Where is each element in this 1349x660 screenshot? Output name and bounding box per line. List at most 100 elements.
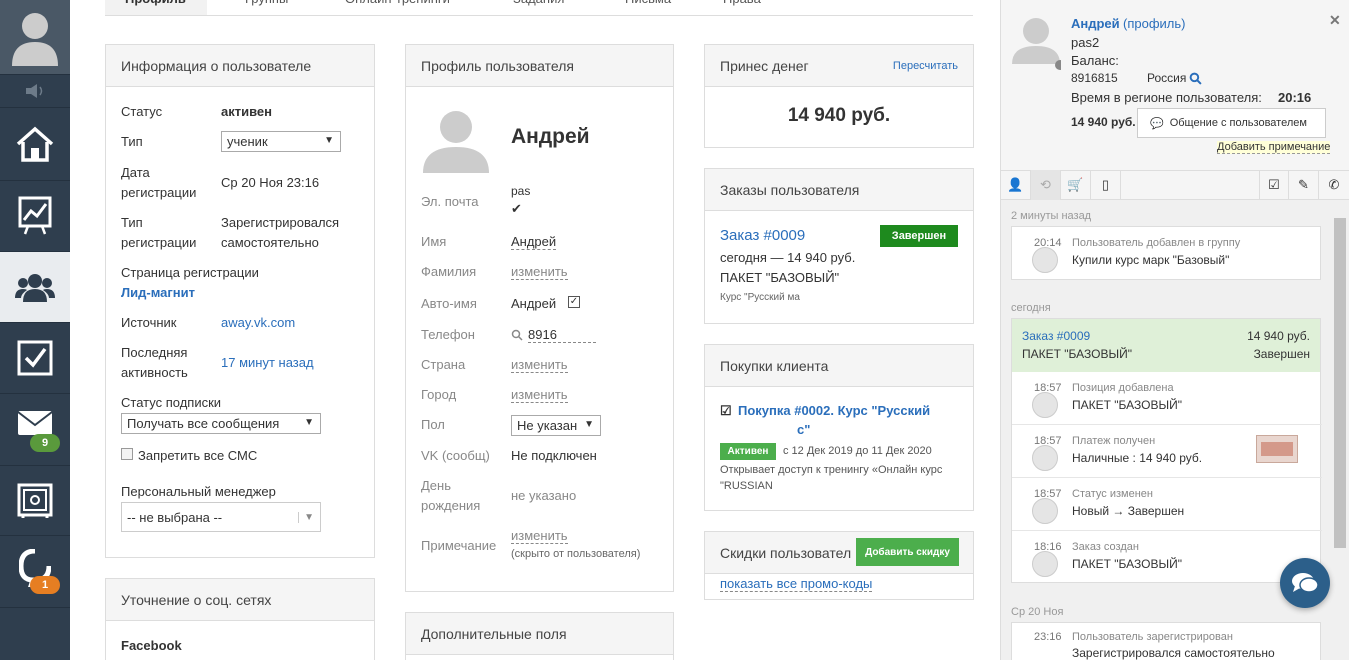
side-user-name[interactable]: Андрей	[1071, 16, 1120, 31]
feed-scrollbar[interactable]	[1333, 203, 1347, 660]
country-label: Страна	[421, 357, 466, 372]
birthday-label-2: рождения	[421, 498, 481, 513]
chat-fab-button[interactable]	[1280, 558, 1330, 608]
autoname-value: Андрей	[511, 296, 557, 311]
sidebar-home[interactable]	[0, 108, 70, 181]
list-item: 18:57 Позиция добавлена ПАКЕТ "БАЗОВЫЙ"	[1012, 372, 1322, 425]
sidebar-speaker[interactable]	[0, 75, 70, 108]
event-title: Пользователь добавлен в группу	[1072, 237, 1241, 249]
birthday-value[interactable]: не указано	[511, 488, 576, 503]
social-panel: Уточнение о соц. сетях Facebook	[105, 578, 375, 660]
facebook-label: Facebook	[121, 638, 182, 653]
profile-title: Профиль пользователя	[406, 45, 673, 87]
sidebar-tasks[interactable]	[0, 323, 70, 394]
safe-icon	[17, 483, 53, 518]
sidebar-safe[interactable]	[0, 466, 70, 536]
active-badge: Активен	[720, 443, 776, 460]
feed-order-link[interactable]: Заказ #0009	[1022, 329, 1090, 343]
manager-select[interactable]: -- не выбрана -- ▼	[121, 502, 321, 532]
birthday-label: День	[421, 478, 451, 493]
list-item: 18:57 Статус изменен Новый → Завершен	[1012, 478, 1322, 531]
close-icon[interactable]: ✕	[1329, 12, 1341, 29]
event-title: Статус изменен	[1072, 488, 1153, 500]
event-text: Купили курс марк "Базовый"	[1072, 253, 1230, 267]
search-icon[interactable]	[1189, 72, 1202, 85]
subscription-select[interactable]: Получать все сообщения ▼	[121, 413, 321, 434]
event-text: Наличные : 14 940 руб.	[1072, 451, 1203, 465]
side-balance-label: Баланс:	[1071, 53, 1119, 68]
purchase-link-2[interactable]: с"	[797, 422, 810, 437]
recalculate-link[interactable]: Пересчитать	[893, 60, 958, 72]
money-head: Принес денег Пересчитать	[705, 45, 973, 87]
country-edit[interactable]: изменить	[511, 357, 568, 373]
cart-tab-icon[interactable]: 🛒	[1061, 170, 1091, 200]
lastname-label: Фамилия	[421, 264, 477, 279]
person-tab-icon[interactable]: 👤	[1001, 170, 1031, 200]
add-discount-button[interactable]: Добавить скидку	[856, 538, 959, 566]
reg-type-value: Зарегистрировался	[221, 215, 340, 230]
extra-fields-title: Дополнительные поля	[406, 613, 673, 655]
purchase-period: с 12 Дек 2019 до 11 Дек 2020	[783, 445, 932, 457]
feed-order-header[interactable]: Заказ #0009 14 940 руб. ПАКЕТ "БАЗОВЫЙ" …	[1012, 319, 1320, 372]
event-text: Зарегистрировался самостоятельно	[1072, 646, 1275, 660]
sidebar-avatar[interactable]	[0, 0, 70, 75]
add-note-link[interactable]: Добавить примечание	[1217, 141, 1331, 154]
purchase-link[interactable]: Покупка #0002. Курс "Русский	[738, 403, 930, 418]
profile-avatar[interactable]	[421, 105, 491, 173]
sms-checkbox[interactable]	[121, 448, 133, 460]
chevron-down-icon: ▼	[584, 419, 594, 430]
left-sidebar: 9 1	[0, 0, 70, 660]
side-avatar[interactable]	[1011, 14, 1061, 70]
autoname-checkbox[interactable]: ✓	[568, 296, 580, 308]
tab-groups[interactable]: Группы	[245, 0, 288, 15]
type-select-value: ученик	[227, 134, 268, 149]
note-edit[interactable]: изменить	[511, 528, 568, 544]
order-status-badge: Завершен	[880, 225, 958, 247]
check-icon: ✔	[511, 201, 522, 216]
pencil-tab-icon[interactable]: ✎	[1289, 170, 1319, 200]
scrollbar-thumb[interactable]	[1334, 218, 1346, 548]
gender-select-value: Не указан	[517, 418, 578, 433]
history-tab-icon[interactable]: ⟲	[1031, 170, 1061, 200]
chat-with-user-button[interactable]: 💬 Общение с пользователем	[1137, 108, 1326, 138]
source-link[interactable]: away.vk.com	[221, 315, 295, 330]
last-activity-link[interactable]: 17 минут назад	[221, 355, 314, 370]
type-select[interactable]: ученик ▼	[221, 131, 341, 152]
order-line-2: ПАКЕТ "БАЗОВЫЙ"	[720, 270, 840, 285]
firstname-value[interactable]: Андрей	[511, 234, 557, 250]
tab-profile[interactable]: Профиль	[105, 0, 207, 15]
tab-trainings[interactable]: Онлайн-тренинги	[345, 0, 450, 15]
city-edit[interactable]: изменить	[511, 387, 568, 403]
side-profile-link[interactable]: (профиль)	[1123, 16, 1185, 31]
orders-panel: Заказы пользователя Заказ #0009 Завершен…	[704, 168, 974, 324]
sidebar-chat[interactable]: 1	[0, 536, 70, 608]
list-item: 18:57 Платеж получен Наличные : 14 940 р…	[1012, 425, 1322, 478]
email-value[interactable]: pas	[511, 184, 530, 198]
tab-rights[interactable]: Права	[723, 0, 761, 15]
tab-tasks[interactable]: Задания	[513, 0, 564, 15]
show-promo-link[interactable]: показать все промо-коды	[720, 576, 873, 592]
tab-letters[interactable]: Письма	[625, 0, 671, 15]
sidebar-mail[interactable]: 9	[0, 394, 70, 466]
gender-select[interactable]: Не указан ▼	[511, 415, 601, 436]
vk-value: Не подключен	[511, 448, 597, 463]
search-icon[interactable]	[511, 329, 523, 341]
task-tab-icon[interactable]: ☑	[1259, 170, 1289, 200]
mail-icon	[17, 410, 53, 435]
money-amount: 14 940 руб.	[787, 105, 891, 126]
gender-label: Пол	[421, 417, 445, 432]
order-link[interactable]: Заказ #0009	[720, 227, 805, 244]
lastname-edit[interactable]: изменить	[511, 264, 568, 280]
user-avatar-icon	[1032, 392, 1058, 418]
sidebar-stats[interactable]	[0, 181, 70, 252]
profile-tabs: Профиль Группы Онлайн-тренинги Задания П…	[105, 0, 973, 16]
phone-value[interactable]: 8916	[528, 327, 596, 343]
phone-tab-icon[interactable]: ✆	[1319, 170, 1349, 200]
sidebar-users[interactable]	[0, 252, 70, 323]
money-panel: Принес денег Пересчитать 14 940 руб.	[704, 44, 974, 148]
reg-page-link[interactable]: Лид-магнит	[121, 285, 195, 300]
extra-fields-panel: Дополнительные поля	[405, 612, 674, 660]
phone-label: Телефон	[421, 327, 475, 342]
mobile-tab-icon[interactable]: ▯	[1091, 170, 1121, 200]
reg-type-label-2: регистрации	[121, 235, 197, 250]
